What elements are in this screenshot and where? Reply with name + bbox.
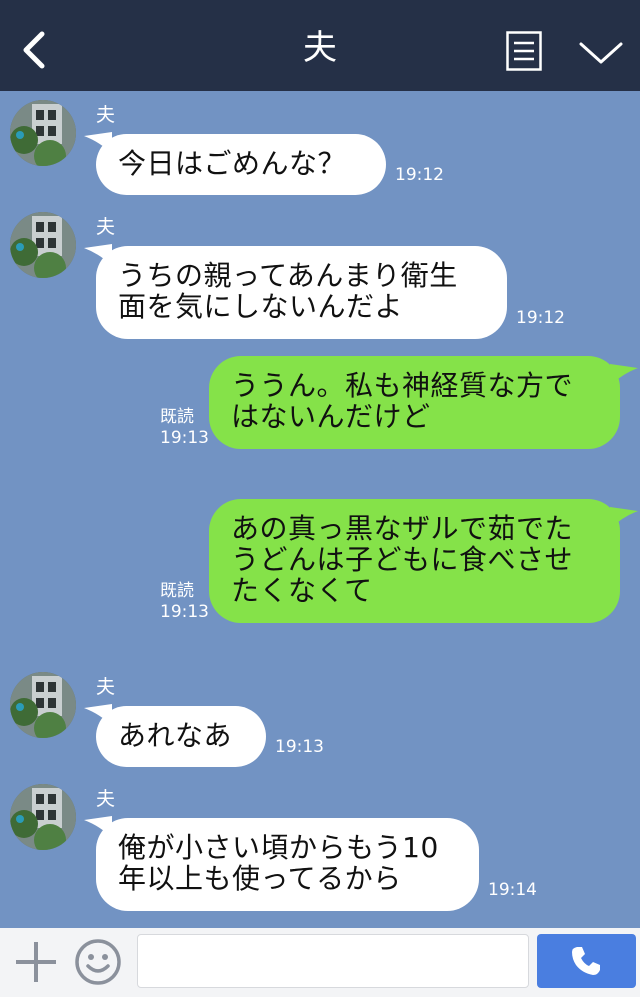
smiley-icon[interactable] <box>74 938 122 986</box>
avatar[interactable] <box>10 672 76 738</box>
chevron-down-icon[interactable] <box>578 40 624 68</box>
read-receipt: 既読 <box>160 581 194 601</box>
message-bubble[interactable]: うちの親ってあんまり衛生 面を気にしないんだよ <box>96 246 507 339</box>
message-time: 19:12 <box>395 165 444 185</box>
message-line: はないんだけど <box>231 400 431 433</box>
avatar[interactable] <box>10 784 76 850</box>
sender-name: 夫 <box>96 676 116 698</box>
message-line: たくなくて <box>231 574 373 607</box>
message-bubble[interactable]: あれなあ <box>96 706 266 767</box>
sender-name: 夫 <box>96 788 116 810</box>
message-bubble[interactable]: あの真っ黒なザルで茹でた うどんは子どもに食べさせ たくなくて <box>209 499 620 623</box>
sender-name: 夫 <box>96 216 116 238</box>
message-line: うどんは子どもに食べさせ <box>231 543 574 576</box>
message-line: あれなあ <box>118 719 233 752</box>
message-time: 19:12 <box>516 308 565 328</box>
phone-icon <box>572 947 600 975</box>
plus-icon[interactable] <box>14 940 58 984</box>
message-line: 面を気にしないんだよ <box>118 290 404 323</box>
message-bubble[interactable]: 今日はごめんな？ <box>96 134 386 195</box>
message-bubble[interactable]: ううん。私も神経質な方で はないんだけど <box>209 356 620 449</box>
list-icon[interactable] <box>506 31 542 71</box>
bubble-tail <box>610 364 638 386</box>
call-button[interactable] <box>537 934 636 988</box>
read-receipt: 既読 <box>160 407 194 427</box>
message-line: 今日はごめんな？ <box>118 147 347 180</box>
avatar[interactable] <box>10 212 76 278</box>
message-time: 19:13 <box>160 602 209 622</box>
message-line: 年以上も使ってるから <box>118 862 402 895</box>
message-line: ううん。私も神経質な方で <box>231 369 574 402</box>
sender-name: 夫 <box>96 104 116 126</box>
message-line: あの真っ黒なザルで茹でた <box>231 512 574 545</box>
message-time: 19:13 <box>275 737 324 757</box>
message-time: 19:13 <box>160 428 209 448</box>
message-line: うちの親ってあんまり衛生 <box>118 259 458 292</box>
chat-title: 夫 <box>303 28 337 68</box>
message-bubble[interactable]: 俺が小さい頃からもう10 年以上も使ってるから <box>96 818 479 911</box>
message-time: 19:14 <box>488 880 537 900</box>
message-line: 俺が小さい頃からもう10 <box>118 831 439 864</box>
message-input[interactable] <box>137 934 529 988</box>
bubble-tail <box>610 507 638 529</box>
chat-header: 夫 <box>0 0 640 91</box>
avatar[interactable] <box>10 100 76 166</box>
